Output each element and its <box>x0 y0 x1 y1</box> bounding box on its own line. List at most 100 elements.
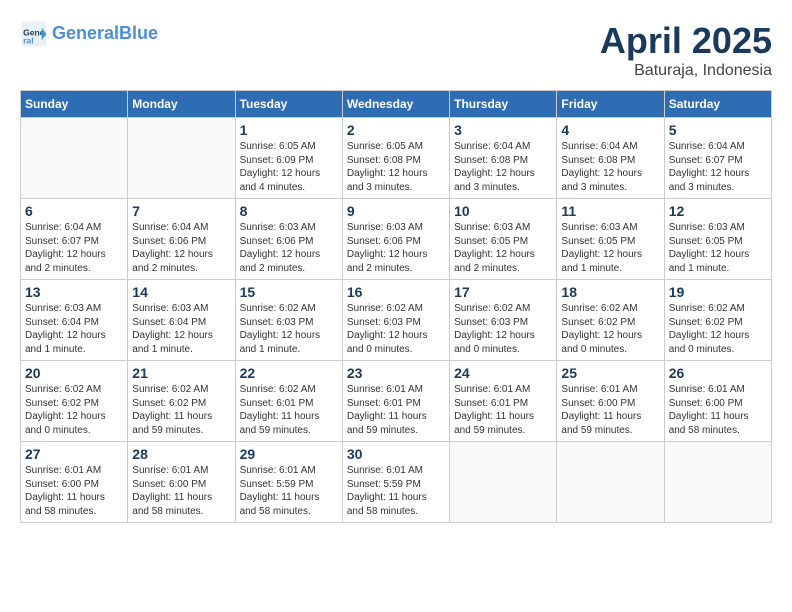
day-number: 22 <box>240 365 338 381</box>
table-row <box>450 442 557 523</box>
day-number: 28 <box>132 446 230 462</box>
calendar-week-1: 1Sunrise: 6:05 AM Sunset: 6:09 PM Daylig… <box>21 118 772 199</box>
table-row <box>664 442 771 523</box>
header-monday: Monday <box>128 91 235 118</box>
day-number: 16 <box>347 284 445 300</box>
table-row: 8 Sunrise: 6:03 AM Sunset: 6:06 PM Daylig… <box>235 199 342 280</box>
day-number: 3 <box>454 122 552 138</box>
day-info: Sunrise: 6:04 AM Sunset: 6:08 PM Dayligh… <box>561 140 659 194</box>
day-number: 10 <box>454 203 552 219</box>
day-number: 12 <box>669 203 767 219</box>
table-row: 3 Sunrise: 6:04 AM Sunset: 6:08 PM Daylig… <box>450 118 557 199</box>
header-tuesday: Tuesday <box>235 91 342 118</box>
header-sunday: Sunday <box>21 91 128 118</box>
day-info: Sunrise: 6:03 AM Sunset: 6:05 PM Dayligh… <box>561 221 659 275</box>
calendar-header-row: Sunday Monday Tuesday Wednesday Thursday… <box>21 91 772 118</box>
day-number: 23 <box>347 365 445 381</box>
day-info: Sunrise: 6:02 AM Sunset: 6:02 PM Dayligh… <box>561 302 659 356</box>
location-subtitle: Baturaja, Indonesia <box>600 62 772 80</box>
day-info: Sunrise: 6:04 AM Sunset: 6:08 PM Dayligh… <box>454 140 552 194</box>
table-row: 12Sunrise: 6:03 AM Sunset: 6:05 PM Dayli… <box>664 199 771 280</box>
day-info: Sunrise: 6:01 AM Sunset: 6:00 PM Dayligh… <box>669 383 767 437</box>
day-number: 9 <box>347 203 445 219</box>
logo: Gene ral GeneralBlue <box>20 20 158 48</box>
logo-icon: Gene ral <box>20 20 48 48</box>
table-row: 16 Sunrise: 6:02 AM Sunset: 6:03 PM Dayli… <box>342 280 449 361</box>
calendar-week-5: 27 Sunrise: 6:01 AM Sunset: 6:00 PM Dayli… <box>21 442 772 523</box>
day-number: 18 <box>561 284 659 300</box>
header-saturday: Saturday <box>664 91 771 118</box>
day-number: 27 <box>25 446 123 462</box>
day-number: 25 <box>561 365 659 381</box>
table-row: 30Sunrise: 6:01 AM Sunset: 5:59 PM Dayli… <box>342 442 449 523</box>
day-info: Sunrise: 6:01 AM Sunset: 6:00 PM Dayligh… <box>132 464 230 518</box>
calendar-body: 1Sunrise: 6:05 AM Sunset: 6:09 PM Daylig… <box>21 118 772 523</box>
table-row: 21 Sunrise: 6:02 AM Sunset: 6:02 PM Dayli… <box>128 361 235 442</box>
page-header: Gene ral GeneralBlue April 2025 Baturaja… <box>20 20 772 80</box>
logo-line1: General <box>52 23 119 43</box>
day-info: Sunrise: 6:01 AM Sunset: 6:00 PM Dayligh… <box>25 464 123 518</box>
table-row: 7 Sunrise: 6:04 AM Sunset: 6:06 PM Daylig… <box>128 199 235 280</box>
day-number: 1 <box>240 122 338 138</box>
table-row: 22 Sunrise: 6:02 AM Sunset: 6:01 PM Dayli… <box>235 361 342 442</box>
header-friday: Friday <box>557 91 664 118</box>
table-row: 2Sunrise: 6:05 AM Sunset: 6:08 PM Daylig… <box>342 118 449 199</box>
table-row: 24Sunrise: 6:01 AM Sunset: 6:01 PM Dayli… <box>450 361 557 442</box>
day-info: Sunrise: 6:03 AM Sunset: 6:06 PM Dayligh… <box>240 221 338 275</box>
day-number: 2 <box>347 122 445 138</box>
day-number: 21 <box>132 365 230 381</box>
day-info: Sunrise: 6:01 AM Sunset: 6:00 PM Dayligh… <box>561 383 659 437</box>
day-info: Sunrise: 6:02 AM Sunset: 6:01 PM Dayligh… <box>240 383 338 437</box>
month-title: April 2025 <box>600 20 772 62</box>
day-number: 6 <box>25 203 123 219</box>
table-row: 20Sunrise: 6:02 AM Sunset: 6:02 PM Dayli… <box>21 361 128 442</box>
day-number: 7 <box>132 203 230 219</box>
day-number: 5 <box>669 122 767 138</box>
day-number: 29 <box>240 446 338 462</box>
table-row: 19 Sunrise: 6:02 AM Sunset: 6:02 PM Dayli… <box>664 280 771 361</box>
day-number: 13 <box>25 284 123 300</box>
day-number: 19 <box>669 284 767 300</box>
calendar-week-4: 20Sunrise: 6:02 AM Sunset: 6:02 PM Dayli… <box>21 361 772 442</box>
table-row: 4Sunrise: 6:04 AM Sunset: 6:08 PM Daylig… <box>557 118 664 199</box>
table-row: 6Sunrise: 6:04 AM Sunset: 6:07 PM Daylig… <box>21 199 128 280</box>
table-row: 18 Sunrise: 6:02 AM Sunset: 6:02 PM Dayli… <box>557 280 664 361</box>
table-row: 26 Sunrise: 6:01 AM Sunset: 6:00 PM Dayli… <box>664 361 771 442</box>
day-info: Sunrise: 6:03 AM Sunset: 6:04 PM Dayligh… <box>132 302 230 356</box>
day-info: Sunrise: 6:01 AM Sunset: 6:01 PM Dayligh… <box>347 383 445 437</box>
day-number: 17 <box>454 284 552 300</box>
table-row: 28 Sunrise: 6:01 AM Sunset: 6:00 PM Dayli… <box>128 442 235 523</box>
logo-text: GeneralBlue <box>52 24 158 44</box>
header-thursday: Thursday <box>450 91 557 118</box>
day-info: Sunrise: 6:03 AM Sunset: 6:04 PM Dayligh… <box>25 302 123 356</box>
table-row: 10 Sunrise: 6:03 AM Sunset: 6:05 PM Dayli… <box>450 199 557 280</box>
table-row: 23 Sunrise: 6:01 AM Sunset: 6:01 PM Dayli… <box>342 361 449 442</box>
logo-line2: Blue <box>119 23 158 43</box>
day-number: 11 <box>561 203 659 219</box>
svg-text:ral: ral <box>23 35 33 45</box>
day-number: 15 <box>240 284 338 300</box>
day-info: Sunrise: 6:02 AM Sunset: 6:02 PM Dayligh… <box>25 383 123 437</box>
day-number: 26 <box>669 365 767 381</box>
day-info: Sunrise: 6:04 AM Sunset: 6:06 PM Dayligh… <box>132 221 230 275</box>
table-row: 25 Sunrise: 6:01 AM Sunset: 6:00 PM Dayli… <box>557 361 664 442</box>
day-info: Sunrise: 6:02 AM Sunset: 6:02 PM Dayligh… <box>669 302 767 356</box>
day-info: Sunrise: 6:02 AM Sunset: 6:03 PM Dayligh… <box>347 302 445 356</box>
day-number: 8 <box>240 203 338 219</box>
day-info: Sunrise: 6:02 AM Sunset: 6:02 PM Dayligh… <box>132 383 230 437</box>
table-row: 11 Sunrise: 6:03 AM Sunset: 6:05 PM Dayli… <box>557 199 664 280</box>
day-info: Sunrise: 6:01 AM Sunset: 6:01 PM Dayligh… <box>454 383 552 437</box>
table-row: 17 Sunrise: 6:02 AM Sunset: 6:03 PM Dayli… <box>450 280 557 361</box>
table-row <box>128 118 235 199</box>
table-row: 5 Sunrise: 6:04 AM Sunset: 6:07 PM Daylig… <box>664 118 771 199</box>
day-info: Sunrise: 6:04 AM Sunset: 6:07 PM Dayligh… <box>669 140 767 194</box>
calendar-table: Sunday Monday Tuesday Wednesday Thursday… <box>20 90 772 523</box>
day-info: Sunrise: 6:03 AM Sunset: 6:05 PM Dayligh… <box>454 221 552 275</box>
table-row <box>557 442 664 523</box>
calendar-week-3: 13 Sunrise: 6:03 AM Sunset: 6:04 PM Dayli… <box>21 280 772 361</box>
table-row: 14Sunrise: 6:03 AM Sunset: 6:04 PM Dayli… <box>128 280 235 361</box>
table-row: 15Sunrise: 6:02 AM Sunset: 6:03 PM Dayli… <box>235 280 342 361</box>
day-info: Sunrise: 6:02 AM Sunset: 6:03 PM Dayligh… <box>454 302 552 356</box>
day-info: Sunrise: 6:03 AM Sunset: 6:06 PM Dayligh… <box>347 221 445 275</box>
table-row: 1Sunrise: 6:05 AM Sunset: 6:09 PM Daylig… <box>235 118 342 199</box>
